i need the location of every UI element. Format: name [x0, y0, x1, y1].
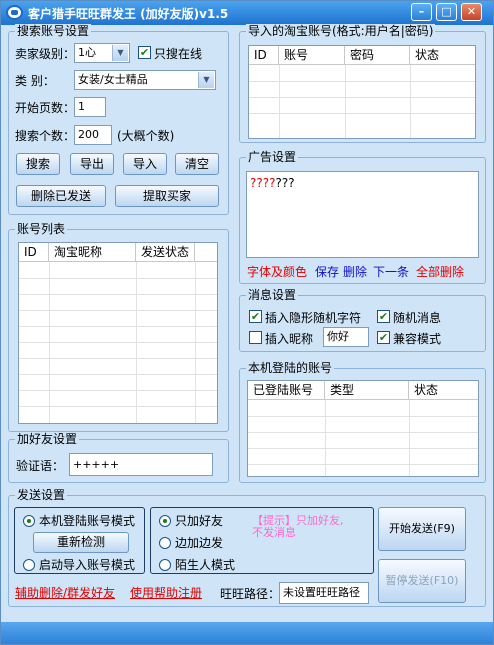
send-type-box: 只加好友 边加边发 陌生人模式 【提示】只加好友, 不发消息	[150, 507, 374, 574]
nick-input[interactable]: 你好	[323, 327, 369, 347]
account-list-table[interactable]: ID 淘宝昵称 发送状态	[18, 242, 218, 424]
column-header[interactable]: ID	[19, 243, 49, 262]
ad-text-editor[interactable]: ???????	[246, 171, 479, 258]
seller-level-select[interactable]: 1心 ▼	[74, 43, 130, 63]
message-settings-label: 消息设置	[246, 288, 299, 302]
stranger-mode-radio[interactable]	[159, 559, 171, 571]
helper-delete-link[interactable]: 辅助删除/群发好友	[15, 586, 115, 600]
window-title: 客户猎手旺旺群发王 (加好友版)v1.5	[28, 7, 229, 21]
close-icon[interactable]: ✕	[461, 3, 482, 21]
insert-random-label: 插入隐形随机字符	[265, 311, 362, 325]
account-list-header: ID 淘宝昵称 发送状态	[19, 243, 217, 262]
verify-label: 验证语：	[16, 459, 65, 473]
search-settings-group: 搜索账号设置 卖家级别： 1心 ▼ ✔ 只搜在线 类 别： 女装/女士精品 ▼ …	[8, 24, 229, 215]
account-list-group: 账号列表 ID 淘宝昵称 发送状态	[8, 222, 229, 432]
ad-settings-label: 广告设置	[246, 150, 299, 164]
main-window: 客户猎手旺旺群发王 (加好友版)v1.5 – □ ✕ 搜索账号设置 卖家级别： …	[0, 0, 494, 645]
next-ad-link[interactable]: 下一条	[373, 265, 409, 279]
column-header[interactable]: 淘宝昵称	[49, 243, 136, 262]
add-and-send-label: 边加边发	[175, 536, 224, 550]
status-bar	[1, 622, 493, 644]
category-select[interactable]: 女装/女士精品 ▼	[74, 70, 216, 90]
imported-accounts-table[interactable]: ID 账号 密码 状态	[248, 45, 476, 139]
chevron-down-icon: ▼	[198, 72, 214, 88]
delete-all-ads-link[interactable]: 全部删除	[416, 265, 464, 279]
add-and-send-radio[interactable]	[159, 537, 171, 549]
maximize-icon[interactable]: □	[436, 3, 457, 21]
start-page-input[interactable]: 1	[74, 97, 106, 117]
column-header[interactable]: 账号	[279, 46, 345, 65]
export-button[interactable]: 导出	[70, 153, 114, 175]
compat-mode-label: 兼容模式	[393, 332, 442, 346]
insert-nick-label: 插入昵称	[265, 332, 314, 346]
search-settings-label: 搜索账号设置	[15, 24, 92, 38]
imported-accounts-label: 导入的淘宝账号(格式:用户名|密码)	[246, 24, 436, 38]
only-add-friend-label: 只加好友	[175, 514, 224, 528]
verify-input[interactable]: +++++	[69, 453, 213, 476]
search-count-hint: (大概个数)	[117, 129, 175, 143]
insert-nick-checkbox[interactable]: ✔	[249, 331, 262, 344]
column-header[interactable]: 发送状态	[136, 243, 195, 262]
redetect-button[interactable]: 重新检测	[33, 532, 129, 553]
tip-text-line2: 不发消息	[252, 526, 296, 539]
local-accounts-label: 本机登陆的账号	[246, 361, 335, 375]
app-logo-icon	[6, 5, 23, 20]
imported-accounts-group: 导入的淘宝账号(格式:用户名|密码) ID 账号 密码 状态	[239, 24, 486, 143]
ad-text-rest: ???	[275, 176, 295, 190]
random-message-label: 随机消息	[393, 311, 442, 325]
pause-send-button[interactable]: 暂停发送(F10)	[378, 559, 466, 603]
ww-path-input[interactable]: 未设置旺旺路径	[279, 582, 369, 604]
stranger-mode-label: 陌生人模式	[175, 558, 236, 572]
category-label: 类 别：	[15, 74, 55, 88]
clear-button[interactable]: 清空	[175, 153, 219, 175]
extract-buyers-button[interactable]: 提取买家	[115, 185, 219, 207]
ww-path-label: 旺旺路径：	[220, 587, 281, 601]
random-message-checkbox[interactable]: ✔	[377, 310, 390, 323]
import-mode-label: 启动导入账号模式	[39, 558, 136, 572]
send-settings-label: 发送设置	[15, 488, 68, 502]
local-accounts-group: 本机登陆的账号 已登陆账号 类型 状态	[239, 361, 486, 483]
font-color-link[interactable]: 字体及颜色	[247, 265, 307, 279]
minimize-icon[interactable]: –	[411, 3, 432, 21]
imported-accounts-header: ID 账号 密码 状态	[249, 46, 475, 65]
import-mode-radio[interactable]	[23, 559, 35, 571]
column-header[interactable]: ID	[249, 46, 279, 65]
column-header[interactable]: 状态	[410, 46, 475, 65]
local-mode-radio[interactable]	[23, 515, 35, 527]
column-header[interactable]: 状态	[409, 381, 478, 400]
import-button[interactable]: 导入	[123, 153, 167, 175]
add-friend-group: 加好友设置 验证语： +++++	[8, 432, 229, 483]
start-page-label: 开始页数：	[15, 101, 76, 115]
add-friend-label: 加好友设置	[15, 432, 80, 446]
account-list-label: 账号列表	[15, 222, 68, 236]
only-online-checkbox[interactable]: ✔	[138, 46, 151, 59]
ad-text-prefix: ????	[250, 176, 276, 190]
insert-random-checkbox[interactable]: ✔	[249, 310, 262, 323]
save-ad-link[interactable]: 保存	[315, 265, 339, 279]
message-settings-group: 消息设置 ✔ 插入隐形随机字符 ✔ 随机消息 ✔ 插入昵称 你好 ✔ 兼容模式	[239, 288, 486, 352]
send-mode-box: 本机登陆账号模式 重新检测 启动导入账号模式	[14, 507, 145, 574]
only-online-label: 只搜在线	[154, 47, 203, 61]
chevron-down-icon: ▼	[112, 45, 128, 61]
local-accounts-table[interactable]: 已登陆账号 类型 状态	[247, 380, 479, 477]
column-header[interactable]: 密码	[345, 46, 410, 65]
only-add-friend-radio[interactable]	[159, 515, 171, 527]
start-send-button[interactable]: 开始发送(F9)	[378, 507, 466, 551]
column-header[interactable]: 类型	[325, 381, 409, 400]
search-count-label: 搜索个数：	[15, 129, 76, 143]
compat-mode-checkbox[interactable]: ✔	[377, 331, 390, 344]
local-accounts-header: 已登陆账号 类型 状态	[248, 381, 478, 400]
delete-sent-button[interactable]: 删除已发送	[16, 185, 106, 207]
local-mode-label: 本机登陆账号模式	[39, 514, 136, 528]
search-count-input[interactable]: 200	[74, 125, 112, 145]
delete-ad-link[interactable]: 删除	[343, 265, 367, 279]
help-register-link[interactable]: 使用帮助注册	[130, 586, 202, 600]
search-button[interactable]: 搜索	[16, 153, 60, 175]
column-header[interactable]: 已登陆账号	[248, 381, 325, 400]
ad-settings-group: 广告设置 ??????? 字体及颜色 保存 删除 下一条 全部删除	[239, 150, 486, 284]
title-bar[interactable]: 客户猎手旺旺群发王 (加好友版)v1.5 – □ ✕	[1, 1, 493, 25]
send-settings-group: 发送设置 本机登陆账号模式 重新检测 启动导入账号模式 只加好友 边加边发 陌生…	[8, 488, 486, 607]
seller-level-label: 卖家级别：	[15, 47, 76, 61]
